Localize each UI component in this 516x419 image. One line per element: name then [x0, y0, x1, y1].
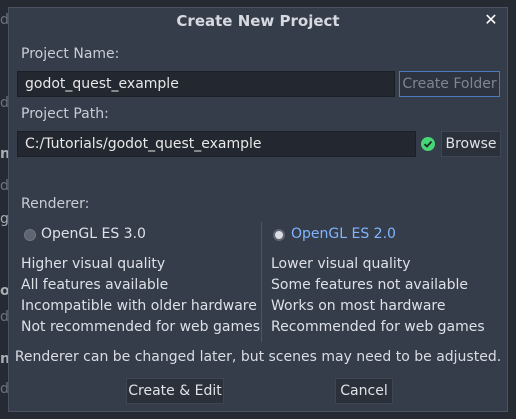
feature-item: Incompatible with older hardware	[21, 298, 257, 314]
feature-item: All features available	[21, 277, 169, 293]
background-fragment: n	[0, 351, 8, 367]
background-fragment: ou	[0, 283, 8, 299]
background-fragment: do	[0, 95, 8, 111]
project-path-input[interactable]: C:/Tutorials/godot_quest_example	[17, 131, 416, 157]
checkmark-circle-icon	[421, 137, 435, 151]
project-name-label: Project Name:	[21, 46, 120, 62]
background-fragment: do	[0, 309, 8, 325]
dialog-title: Create New Project	[176, 12, 340, 30]
feature-item: Some features not available	[271, 277, 469, 293]
feature-item: Recommended for web games	[271, 319, 485, 335]
close-button[interactable]: ✕	[483, 10, 499, 30]
project-name-input[interactable]: godot_quest_example	[17, 71, 395, 97]
renderer-radio-gles3[interactable]	[24, 229, 36, 241]
renderer-label: Renderer:	[21, 196, 90, 212]
renderer-radio-gles2[interactable]	[273, 229, 285, 241]
background-fragment: do	[0, 178, 8, 194]
feature-item: Works on most hardware	[271, 298, 446, 314]
create-folder-button[interactable]: Create Folder	[399, 71, 500, 97]
close-icon: ✕	[484, 10, 498, 29]
create-project-dialog: Create New Project ✕ Project Name: godot…	[8, 7, 508, 412]
background-fragment: do	[0, 381, 8, 397]
renderer-note: Renderer can be changed later, but scene…	[14, 349, 502, 365]
feature-item: Lower visual quality	[271, 256, 411, 272]
browse-button[interactable]: Browse	[441, 131, 501, 157]
renderer-option-gles2-label[interactable]: OpenGL ES 2.0	[291, 226, 396, 242]
background-fragment: g	[0, 211, 8, 227]
project-path-label: Project Path:	[21, 106, 109, 122]
feature-item: Higher visual quality	[21, 256, 166, 272]
background-fragment: do	[0, 12, 8, 28]
background-fragment: n	[0, 146, 8, 162]
cancel-button[interactable]: Cancel	[335, 378, 393, 404]
renderer-divider	[261, 222, 262, 342]
renderer-option-gles3-label[interactable]: OpenGL ES 3.0	[41, 226, 146, 242]
feature-item: Not recommended for web games	[21, 319, 261, 335]
create-edit-button[interactable]: Create & Edit	[126, 378, 224, 404]
